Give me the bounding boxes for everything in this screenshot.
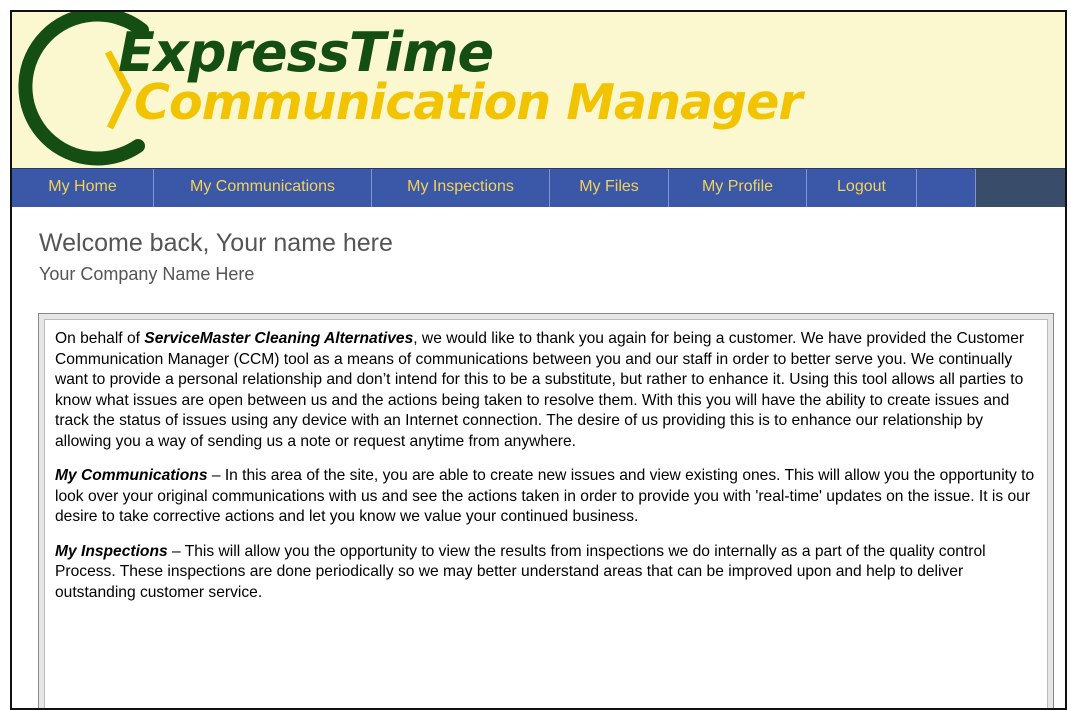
communications-title: My Communications	[55, 467, 208, 484]
nav-blank[interactable]	[917, 169, 976, 207]
message-content: On behalf of ServiceMaster Cleaning Alte…	[44, 319, 1048, 708]
welcome-heading: Welcome back, Your name here	[39, 229, 393, 257]
nav-items: My Home My Communications My Inspections My…	[12, 169, 976, 207]
app-frame: ExpressTime Communication Manager My Hom…	[10, 10, 1067, 710]
nav-logout[interactable]: Logout	[807, 169, 917, 207]
nav-my-inspections[interactable]: My Inspections	[372, 169, 550, 207]
inspections-paragraph: My Inspections – This will allow you the…	[55, 542, 1037, 604]
intro-prefix: On behalf of	[55, 330, 145, 347]
message-box: On behalf of ServiceMaster Cleaning Alte…	[38, 313, 1054, 708]
nav-my-communications[interactable]: My Communications	[154, 169, 372, 207]
logo-title-communication-manager: Communication Manager	[134, 74, 802, 131]
inspections-text: – This will allow you the opportunity to…	[55, 542, 986, 601]
nav-my-home[interactable]: My Home	[12, 169, 154, 207]
inspections-title: My Inspections	[55, 542, 168, 560]
logo-title-expresstime: ExpressTime	[118, 21, 494, 84]
communications-paragraph: My Communications – In this area of the …	[55, 466, 1037, 528]
nav-my-files[interactable]: My Files	[550, 169, 669, 207]
site-header: ExpressTime Communication Manager	[12, 12, 1065, 168]
intro-paragraph: On behalf of ServiceMaster Cleaning Alte…	[55, 329, 1037, 452]
company-name: Your Company Name Here	[39, 264, 255, 284]
company-name-emphasis: ServiceMaster Cleaning Alternatives	[144, 330, 414, 347]
intro-text: , we would like to thank you again for b…	[55, 330, 1025, 450]
main-navigation: My Home My Communications My Inspections My…	[12, 168, 1065, 207]
nav-my-profile[interactable]: My Profile	[669, 169, 807, 207]
